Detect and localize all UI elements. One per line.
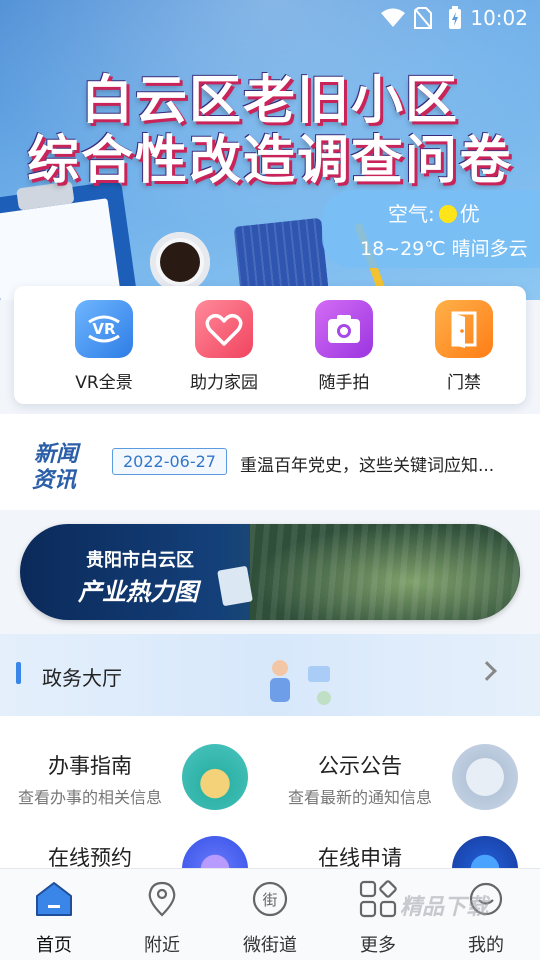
heart-icon bbox=[195, 300, 253, 358]
air-quality-dot-icon bbox=[438, 205, 457, 223]
air-label: 空气: bbox=[388, 202, 435, 226]
service-desc: 查看办事的相关信息 bbox=[17, 788, 162, 807]
quick-action-label: 门禁 bbox=[447, 373, 481, 393]
service-announcements[interactable]: 公示公告 查看最新的通知信息 bbox=[270, 716, 540, 810]
service-guide[interactable]: 办事指南 查看办事的相关信息 bbox=[0, 716, 270, 810]
document-icon bbox=[217, 565, 253, 607]
svg-text:街: 街 bbox=[262, 891, 277, 909]
tab-label: 更多 bbox=[360, 935, 396, 956]
svg-text:VR: VR bbox=[92, 320, 116, 338]
clipboard-paper bbox=[0, 198, 123, 300]
services-grid: 办事指南 查看办事的相关信息 公示公告 查看最新的通知信息 在线预约 在线申请 bbox=[0, 716, 540, 902]
vr-icon: VR bbox=[75, 300, 133, 358]
industry-heatmap-banner[interactable]: 贵阳市白云区 产业热力图 bbox=[20, 524, 520, 620]
coffee-cup-illustration bbox=[150, 232, 210, 292]
quick-action-vr[interactable]: VR VR全景 bbox=[44, 300, 164, 393]
quick-action-label: 助力家园 bbox=[190, 373, 258, 393]
tab-label: 附近 bbox=[144, 935, 180, 956]
chevron-right-icon bbox=[477, 661, 497, 681]
service-announcements-illustration bbox=[452, 744, 518, 810]
watermark-text: 精品下载 bbox=[400, 895, 489, 920]
tab-nearby[interactable]: 附近 bbox=[108, 879, 216, 957]
city-aerial-image bbox=[250, 524, 520, 620]
street-icon: 街 bbox=[250, 879, 290, 919]
battery-charging-icon bbox=[449, 6, 461, 29]
tab-label: 我的 bbox=[468, 935, 504, 956]
news-date: 2022-06-27 bbox=[112, 448, 227, 475]
grid-icon bbox=[358, 879, 398, 919]
tab-label: 微街道 bbox=[243, 935, 297, 956]
wifi-icon bbox=[381, 8, 405, 27]
service-name: 公示公告 bbox=[318, 754, 402, 778]
news-logo: 新闻 资讯 bbox=[22, 434, 98, 493]
tab-home[interactable]: 首页 bbox=[0, 879, 108, 957]
service-hall-header[interactable]: 政务大厅 bbox=[0, 634, 540, 716]
air-quality-value: 优 bbox=[459, 202, 480, 226]
news-logo-line2: 资讯 bbox=[32, 468, 77, 493]
section-accent-bar bbox=[16, 662, 21, 684]
quick-action-access-control[interactable]: 门禁 bbox=[404, 300, 524, 393]
quick-action-label: VR全景 bbox=[75, 373, 133, 393]
industry-banner-line1: 贵阳市白云区 bbox=[86, 550, 194, 571]
service-hall-title: 政务大厅 bbox=[42, 666, 122, 690]
service-name: 办事指南 bbox=[48, 754, 132, 778]
location-pin-icon bbox=[142, 879, 182, 919]
news-ticker[interactable]: 新闻 资讯 2022-06-27 重温百年党史，这些关键词应知... bbox=[0, 414, 540, 510]
air-quality-row: 空气: 优 bbox=[388, 198, 480, 227]
quick-action-snapshot[interactable]: 随手拍 bbox=[284, 300, 404, 393]
bottom-tab-bar: 首页 附近 街 微街道 更多 我的 精品下载 bbox=[0, 868, 540, 960]
clock: 10:02 bbox=[470, 6, 528, 30]
top-banner[interactable]: 10:02 白云区老旧小区 综合性改造调查问卷 空气: 优 18~29℃ 晴间多云 bbox=[0, 0, 540, 300]
quick-actions-card: VR VR全景 助力家园 随手拍 门禁 bbox=[14, 286, 526, 404]
banner-title-line2: 综合性改造调查问卷 bbox=[26, 131, 513, 191]
tab-label: 首页 bbox=[36, 935, 72, 956]
camera-icon bbox=[315, 300, 373, 358]
industry-banner-line2: 产业热力图 bbox=[78, 578, 198, 606]
clipboard-illustration bbox=[0, 180, 138, 300]
door-icon bbox=[435, 300, 493, 358]
service-desc: 查看最新的通知信息 bbox=[287, 788, 432, 807]
quick-action-label: 随手拍 bbox=[318, 373, 370, 393]
quick-action-home-help[interactable]: 助力家园 bbox=[164, 300, 284, 393]
home-icon bbox=[34, 879, 74, 919]
weather-widget[interactable]: 空气: 优 18~29℃ 晴间多云 bbox=[322, 190, 540, 268]
no-sim-icon bbox=[414, 7, 432, 29]
tab-micro-street[interactable]: 街 微街道 bbox=[216, 879, 324, 957]
temperature-forecast: 18~29℃ 晴间多云 bbox=[360, 238, 528, 260]
service-guide-illustration bbox=[182, 744, 248, 810]
news-headline[interactable]: 重温百年党史，这些关键词应知... bbox=[240, 451, 494, 476]
person-illustration bbox=[270, 660, 331, 705]
status-bar: 10:02 bbox=[0, 0, 540, 36]
